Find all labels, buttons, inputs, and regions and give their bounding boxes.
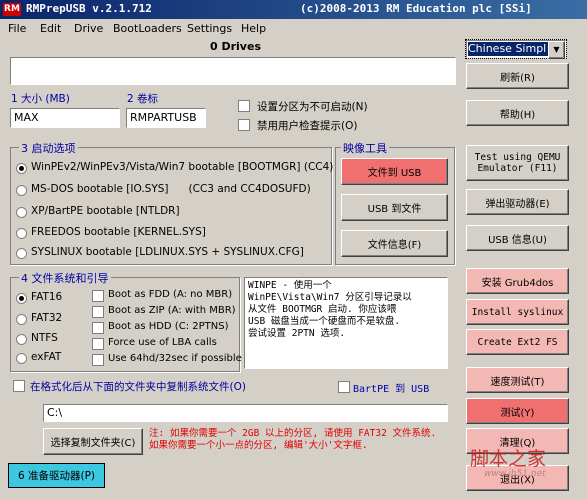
prepare-drive-button[interactable]: 6 准备驱动器(P) bbox=[8, 463, 105, 488]
install-grub4dos-button[interactable]: 安装 Grub4dos bbox=[466, 268, 569, 294]
language-value: Chinese Simpl bbox=[468, 42, 550, 56]
boot-option-radio[interactable] bbox=[16, 185, 27, 196]
copy-files-checkbox[interactable] bbox=[13, 380, 25, 392]
fs-label[interactable]: FAT32 bbox=[31, 312, 62, 324]
size-label: 1 大小 (MB) bbox=[11, 93, 70, 105]
install-syslinux-button[interactable]: Install syslinux bbox=[466, 299, 569, 325]
boot-option-label[interactable]: MS-DOS bootable [IO.SYS] (CC3 and CC4DOS… bbox=[31, 183, 311, 195]
app-logo: RM bbox=[3, 3, 21, 16]
bartpe-label: BartPE 到 USB bbox=[353, 384, 430, 395]
use-64hd-checkbox[interactable] bbox=[92, 354, 104, 366]
boot-zip-label: Boot as ZIP (A: with MBR) bbox=[108, 305, 236, 316]
file-info-button[interactable]: 文件信息(F) bbox=[341, 230, 448, 257]
menu-help[interactable]: Help bbox=[241, 22, 266, 35]
boot-zip-checkbox[interactable] bbox=[92, 306, 104, 318]
watermark-logo: 脚本之家 bbox=[470, 448, 547, 470]
speed-test-button[interactable]: 速度测试(T) bbox=[466, 367, 569, 393]
drives-header: 0 Drives bbox=[210, 40, 261, 53]
boot-hdd-checkbox[interactable] bbox=[92, 322, 104, 334]
volume-input[interactable]: RMPARTUSB bbox=[126, 108, 206, 128]
use-64hd-label: Use 64hd/32sec if possible bbox=[108, 353, 242, 364]
refresh-button[interactable]: 刷新(R) bbox=[466, 63, 569, 89]
fs-label[interactable]: FAT16 bbox=[31, 291, 62, 303]
menu-settings[interactable]: Settings bbox=[187, 22, 232, 35]
boot-option-label[interactable]: FREEDOS bootable [KERNEL.SYS] bbox=[31, 226, 206, 238]
info-textbox[interactable]: WINPE - 使用一个 WinPE\Vista\Win7 分区引导记录以 从文… bbox=[244, 277, 448, 369]
size-input[interactable]: MAX bbox=[10, 108, 120, 128]
fs-radio[interactable] bbox=[16, 293, 27, 304]
boot-option-radio[interactable] bbox=[16, 207, 27, 218]
chevron-down-icon[interactable]: ▼ bbox=[548, 41, 565, 59]
menu-edit[interactable]: Edit bbox=[40, 22, 61, 35]
test-button[interactable]: 测试(Y) bbox=[466, 398, 569, 424]
menu-drive[interactable]: Drive bbox=[74, 22, 103, 35]
no-prompts-label: 禁用用户检查提示(O) bbox=[257, 120, 358, 132]
title-bar: RM RMPrepUSB v.2.1.712 (c)2008-2013 RM E… bbox=[0, 0, 587, 19]
boot-fdd-checkbox[interactable] bbox=[92, 290, 104, 302]
watermark-url: www.jb51.net bbox=[484, 469, 546, 479]
boot-hdd-label: Boot as HDD (C: 2PTNS) bbox=[108, 321, 229, 332]
drive-list[interactable] bbox=[10, 57, 456, 85]
force-lba-label: Force use of LBA calls bbox=[108, 337, 217, 348]
boot-fdd-label: Boot as FDD (A: no MBR) bbox=[108, 289, 233, 300]
usb-info-button[interactable]: USB 信息(U) bbox=[466, 225, 569, 251]
app-title: RMPrepUSB v.2.1.712 bbox=[26, 2, 152, 15]
app-copyright: (c)2008-2013 RM Education plc [SSi] bbox=[300, 2, 532, 15]
boot-option-radio[interactable] bbox=[16, 163, 27, 174]
choose-folder-button[interactable]: 选择复制文件夹(C) bbox=[43, 428, 143, 455]
force-lba-checkbox[interactable] bbox=[92, 338, 104, 350]
non-bootable-checkbox[interactable] bbox=[238, 100, 250, 112]
boot-option-label[interactable]: XP/BartPE bootable [NTLDR] bbox=[31, 205, 180, 217]
fs-label[interactable]: exFAT bbox=[31, 351, 61, 363]
bartpe-checkbox[interactable] bbox=[338, 381, 350, 393]
boot-options-label: 3 启动选项 bbox=[19, 140, 78, 156]
menu-bar: File Edit Drive BootLoaders Settings Hel… bbox=[0, 20, 587, 38]
fs-radio[interactable] bbox=[16, 314, 27, 325]
image-tools-label: 映像工具 bbox=[341, 140, 389, 156]
volume-label: 2 卷标 bbox=[127, 93, 159, 105]
boot-option-label[interactable]: SYSLINUX bootable [LDLINUX.SYS + SYSLINU… bbox=[31, 246, 304, 258]
non-bootable-label: 设置分区为不可启动(N) bbox=[257, 101, 368, 113]
eject-button[interactable]: 弹出驱动器(E) bbox=[466, 189, 569, 215]
fs-radio[interactable] bbox=[16, 353, 27, 364]
boot-option-label[interactable]: WinPEv2/WinPEv3/Vista/Win7 bootable [BOO… bbox=[31, 161, 333, 173]
file-to-usb-button[interactable]: 文件到 USB bbox=[341, 158, 448, 185]
no-prompts-checkbox[interactable] bbox=[238, 119, 250, 131]
menu-bootloaders[interactable]: BootLoaders bbox=[113, 22, 182, 35]
create-ext2-button[interactable]: Create Ext2 FS bbox=[466, 329, 569, 355]
test-qemu-button[interactable]: Test using QEMU Emulator (F11) bbox=[466, 145, 569, 181]
language-select[interactable]: Chinese Simpl ▼ bbox=[465, 39, 567, 59]
boot-option-radio[interactable] bbox=[16, 228, 27, 239]
fs-radio[interactable] bbox=[16, 334, 27, 345]
usb-to-file-button[interactable]: USB 到文件 bbox=[341, 194, 448, 221]
copy-path-input[interactable]: C:\ bbox=[43, 404, 448, 422]
menu-file[interactable]: File bbox=[8, 22, 26, 35]
help-button[interactable]: 帮助(H) bbox=[466, 100, 569, 126]
fs-label[interactable]: NTFS bbox=[31, 332, 58, 344]
note-text: 注: 如果你需要一个 2GB 以上的分区, 请使用 FAT32 文件系统. 如果… bbox=[149, 428, 437, 451]
copy-files-label: 在格式化后从下面的文件夹中复制系统文件(O) bbox=[30, 381, 246, 393]
filesystem-label: 4 文件系统和引导 bbox=[19, 270, 111, 286]
boot-option-radio[interactable] bbox=[16, 248, 27, 259]
